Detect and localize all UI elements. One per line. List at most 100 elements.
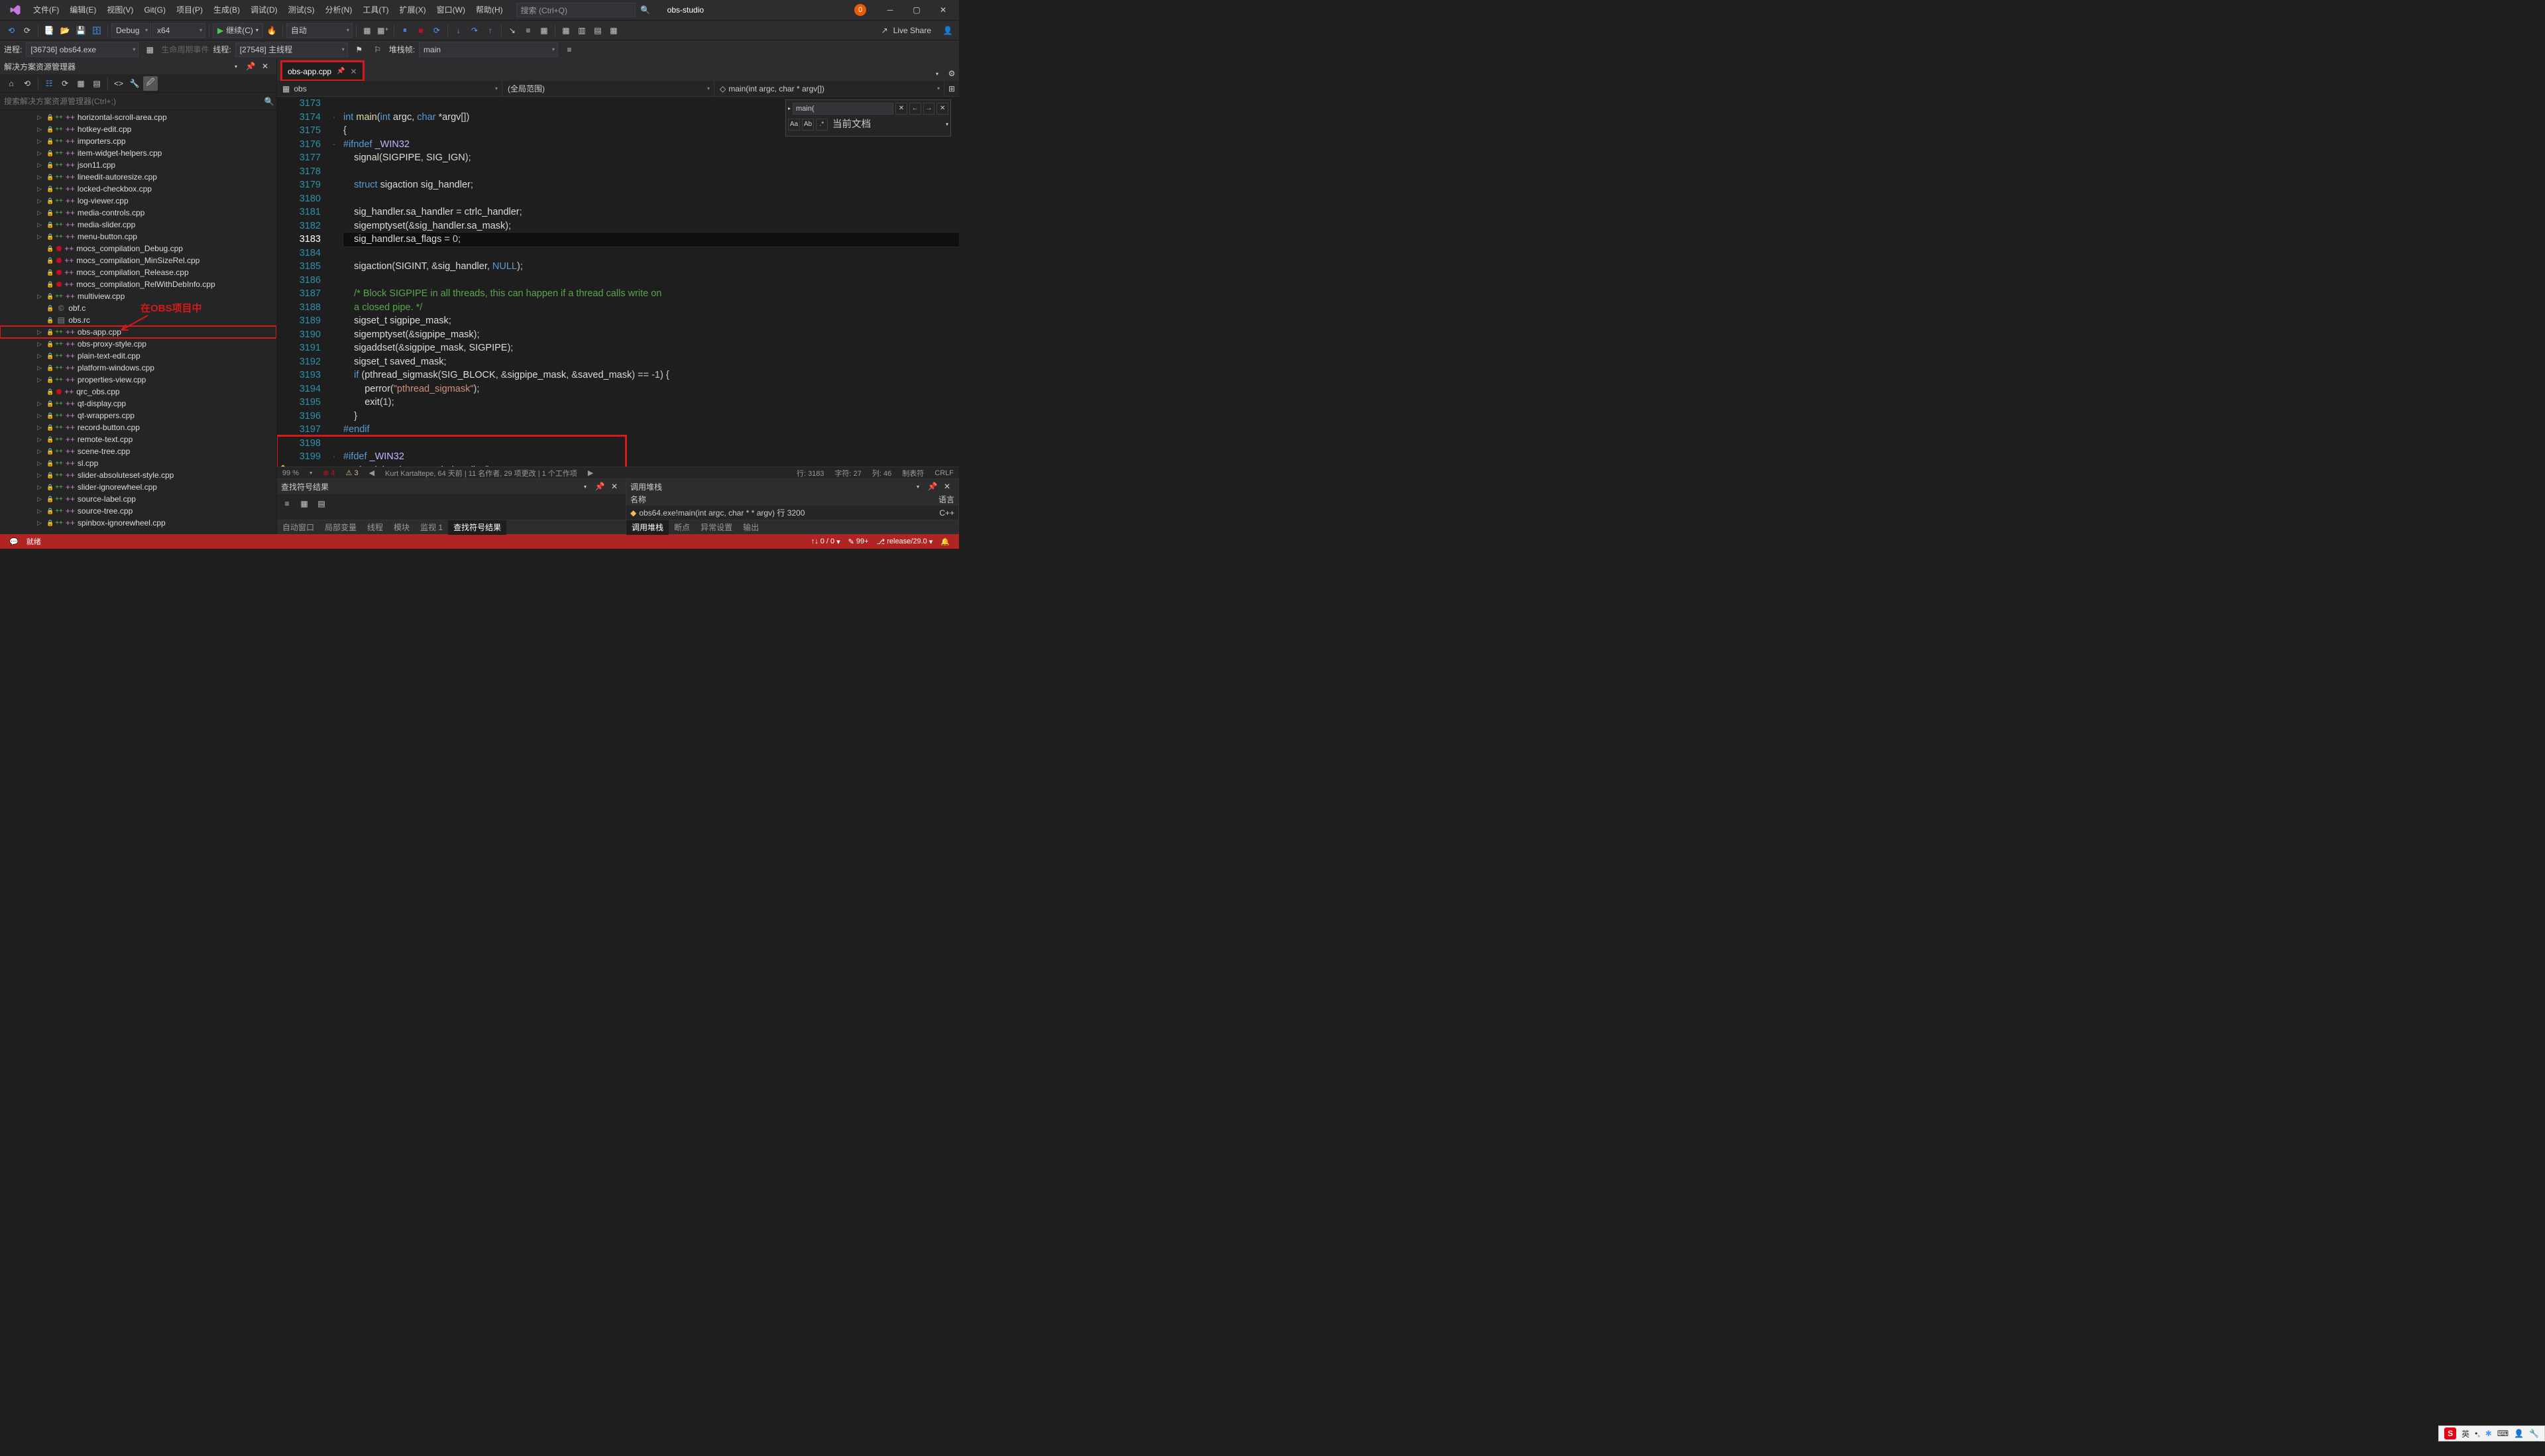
file-item[interactable]: ▷🔒++++qt-wrappers.cpp — [0, 410, 276, 421]
layout-icon-2[interactable]: ▥ — [575, 23, 589, 38]
tool-icon[interactable]: ▦ — [297, 496, 311, 511]
branch-status[interactable]: ⎇ release/29.0 ▾ — [873, 537, 937, 546]
panel-pin-icon[interactable]: 📌 — [243, 59, 258, 74]
cursor-icon-1[interactable]: ↘ — [505, 23, 520, 38]
stack-frame[interactable]: obs64.exe!main(int argc, char * * argv) … — [639, 507, 936, 518]
auto-combo[interactable]: 自动 — [286, 23, 353, 38]
flag-icon[interactable]: ⚑ — [352, 42, 367, 57]
step-into-icon[interactable]: ↓ — [451, 23, 466, 38]
sync-status[interactable]: ↑↓ 0 / 0 ▾ — [807, 537, 844, 546]
file-item[interactable]: ▷🔒++++importers.cpp — [0, 135, 276, 147]
file-item[interactable]: ▷🔒++++sl.cpp — [0, 457, 276, 469]
file-item[interactable]: ▷🔒++++slider-absoluteset-style.cpp — [0, 469, 276, 481]
ime-tool-icon[interactable]: 🔧 — [2526, 1426, 2542, 1441]
tool-icon[interactable]: ≡ — [280, 496, 294, 511]
continue-button[interactable]: ▶继续(C)▾ — [213, 23, 263, 38]
commits-status[interactable]: ✎ 99+ — [844, 537, 873, 546]
file-item[interactable]: ▷🔒++++lineedit-autoresize.cpp — [0, 171, 276, 183]
menu-item[interactable]: 文件(F) — [28, 0, 64, 20]
process-combo[interactable]: [36736] obs64.exe — [26, 42, 139, 57]
search-go-icon[interactable]: 🔍 — [262, 94, 276, 109]
find-close-icon[interactable]: ✕ — [895, 103, 907, 115]
switch-view-icon[interactable]: ☷ — [42, 76, 56, 91]
file-item[interactable]: ▷🔒++++horizontal-scroll-area.cpp — [0, 111, 276, 123]
restart-icon[interactable]: ⟳ — [429, 23, 444, 38]
panel-close-icon[interactable]: ✕ — [258, 59, 272, 74]
ime-person-icon[interactable]: 👤 — [2511, 1426, 2526, 1441]
user-avatar[interactable]: 0 — [854, 4, 866, 16]
find-input[interactable] — [793, 103, 893, 115]
tool-icon[interactable]: ▤ — [314, 496, 329, 511]
menu-item[interactable]: 编辑(E) — [64, 0, 101, 20]
file-item[interactable]: ▷🔒++++slider-ignorewheel.cpp — [0, 481, 276, 493]
ime-lang[interactable]: 英 — [2459, 1426, 2472, 1441]
thread-combo[interactable]: [27548] 主线程 — [235, 42, 348, 57]
file-item[interactable]: ▷🔒++++remote-text.cpp — [0, 433, 276, 445]
forward-icon[interactable]: ⟳ — [20, 23, 34, 38]
file-item[interactable]: 🔒++mocs_compilation_MinSizeRel.cpp — [0, 254, 276, 266]
sync-icon[interactable]: ⟲ — [20, 76, 34, 91]
step-over-icon[interactable]: ↷ — [467, 23, 482, 38]
file-item[interactable]: ▷🔒++++scene-tree.cpp — [0, 445, 276, 457]
stop-icon[interactable]: ■ — [414, 23, 428, 38]
crlf-info[interactable]: CRLF — [934, 469, 954, 477]
panel-tab[interactable]: 自动窗口 — [277, 520, 319, 535]
solution-search-input[interactable] — [0, 97, 262, 106]
file-item[interactable]: ▷🔒++++properties-view.cpp — [0, 374, 276, 386]
file-item[interactable]: ▷🔒++++media-slider.cpp — [0, 219, 276, 231]
pending-icon[interactable]: ⟳ — [58, 76, 72, 91]
show-all-icon[interactable]: ▦ — [74, 76, 88, 91]
maximize-button[interactable]: ▢ — [903, 0, 930, 20]
panel-dropdown-icon[interactable]: ▾ — [911, 479, 925, 494]
find-close2-icon[interactable]: ✕ — [936, 103, 948, 115]
file-item[interactable]: 🔒++qrc_obs.cpp — [0, 386, 276, 398]
tab-obs-app-cpp[interactable]: obs-app.cpp 📌 ✕ — [281, 61, 364, 81]
file-item[interactable]: ▷🔒++++qt-display.cpp — [0, 398, 276, 410]
layout-icon-1[interactable]: ▦ — [559, 23, 573, 38]
tab-info[interactable]: 制表符 — [902, 468, 924, 478]
file-item[interactable]: ▷🔒++++source-tree.cpp — [0, 505, 276, 517]
file-item[interactable]: ▷🔒++++hotkey-edit.cpp — [0, 123, 276, 135]
menu-item[interactable]: Git(G) — [139, 0, 171, 20]
panel-pin-icon[interactable]: 📌 — [593, 479, 607, 494]
regex-icon[interactable]: .* — [816, 119, 828, 131]
feedback-icon[interactable]: 💬 — [5, 537, 23, 546]
config-combo[interactable]: Debug — [111, 23, 151, 38]
open-icon[interactable]: 📂 — [58, 23, 72, 38]
panel-tab[interactable]: 监视 1 — [415, 520, 448, 535]
liveshare-label[interactable]: Live Share — [893, 26, 931, 35]
ime-toolbar[interactable]: S 英 •, ✱ ⌨ 👤 🔧 — [2438, 1426, 2545, 1441]
panel-tab[interactable]: 局部变量 — [319, 520, 362, 535]
file-item[interactable]: ▷🔒++++menu-button.cpp — [0, 231, 276, 243]
panel-tab[interactable]: 断点 — [669, 520, 695, 535]
panel-pin-icon[interactable]: 📌 — [925, 479, 940, 494]
panel-tab[interactable]: 线程 — [362, 520, 388, 535]
file-item[interactable]: ▷🔒++++spinbox-ignorewheel.cpp — [0, 517, 276, 529]
file-item[interactable]: ▷🔒++++locked-checkbox.cpp — [0, 183, 276, 195]
cursor-icon-3[interactable]: ▦ — [537, 23, 551, 38]
file-item[interactable]: 🔒©obf.c — [0, 302, 276, 314]
match-case-icon[interactable]: Aa — [788, 119, 800, 131]
col-name[interactable]: 名称 — [630, 494, 938, 506]
step-out-icon[interactable]: ↑ — [483, 23, 498, 38]
stackframe-combo[interactable]: main — [419, 42, 558, 57]
pin-icon[interactable]: 📌 — [337, 68, 345, 75]
panel-tab[interactable]: 模块 — [388, 520, 415, 535]
code-editor[interactable]: 3173317431753176317731783179318031813182… — [277, 97, 959, 467]
find-prev-icon[interactable]: ← — [909, 103, 921, 115]
nav-project-combo[interactable]: ▦ obs — [277, 81, 502, 96]
nav-member-combo[interactable]: ◇ main(int argc, char * argv[]) — [714, 81, 944, 96]
layout-icon-3[interactable]: ▤ — [591, 23, 605, 38]
file-item[interactable]: ▷🔒++++multiview.cpp — [0, 290, 276, 302]
save-icon[interactable]: 💾 — [74, 23, 88, 38]
new-project-icon[interactable]: 📑 — [42, 23, 56, 38]
menu-item[interactable]: 测试(S) — [283, 0, 320, 20]
solution-search[interactable]: 🔍 — [0, 93, 276, 110]
close-button[interactable]: ✕ — [930, 0, 956, 20]
stack-icon[interactable]: ≡ — [562, 42, 577, 57]
file-item[interactable]: ▷🔒++++media-controls.cpp — [0, 207, 276, 219]
ime-punct-icon[interactable]: •, — [2472, 1426, 2483, 1441]
collapse-icon[interactable]: ▤ — [89, 76, 104, 91]
tab-gear-icon[interactable]: ⚙ — [944, 66, 959, 81]
file-item[interactable]: 🔒++mocs_compilation_Debug.cpp — [0, 243, 276, 254]
